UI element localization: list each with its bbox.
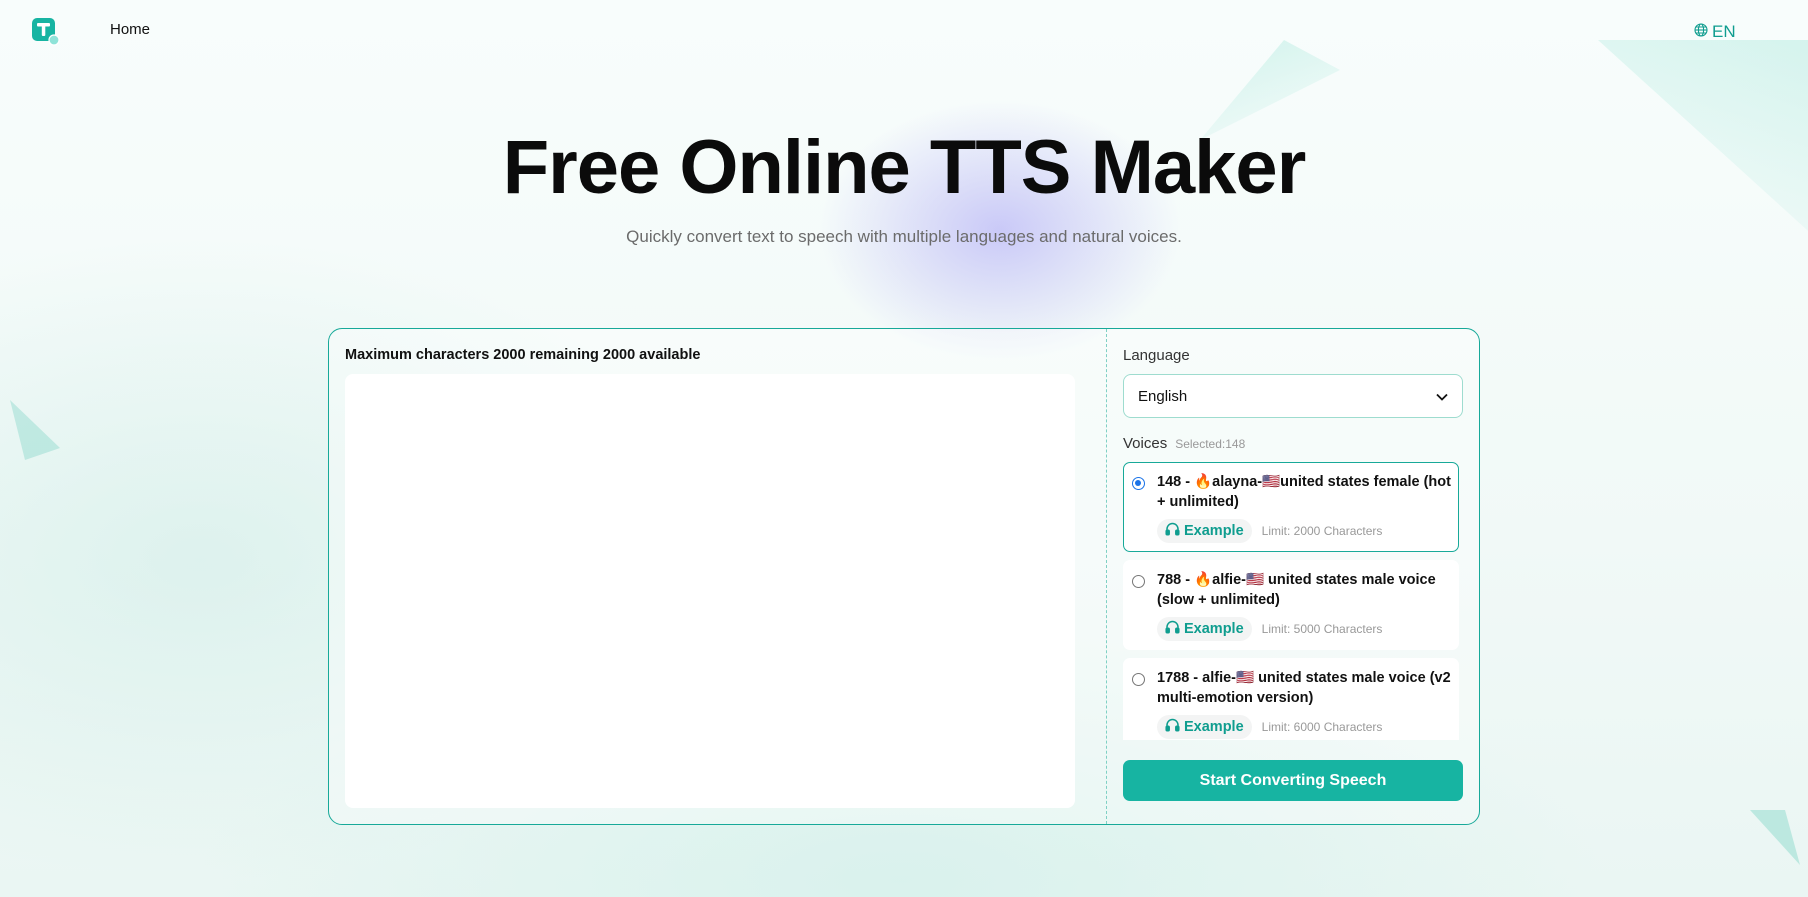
voice-option[interactable]: 1788 - alfie-🇺🇸 united states male voice… (1123, 658, 1459, 740)
globe-icon (1694, 22, 1708, 42)
voice-limit: Limit: 2000 Characters (1261, 524, 1383, 538)
voices-header: Voices Selected:148 (1123, 435, 1245, 452)
voice-radio[interactable] (1132, 575, 1145, 588)
voice-name: 1788 - alfie-🇺🇸 united states male voice… (1157, 670, 1451, 706)
page-title: Free Online TTS Maker (502, 125, 1307, 210)
language-select-value: English (1138, 387, 1188, 405)
voice-meta: Example Limit: 6000 Characters (1157, 715, 1382, 739)
settings-section: Language English Voices Selected:148 148… (1107, 329, 1479, 824)
voice-radio[interactable] (1132, 673, 1145, 686)
nav-home-link[interactable]: Home (110, 21, 150, 38)
character-limit-label: Maximum characters 2000 remaining 2000 a… (345, 347, 701, 363)
start-converting-button[interactable]: Start Converting Speech (1123, 760, 1463, 801)
voice-meta: Example Limit: 5000 Characters (1157, 617, 1382, 641)
voice-radio[interactable] (1132, 477, 1145, 490)
language-code: EN (1712, 22, 1736, 41)
voice-option[interactable]: 148 - 🔥alayna-🇺🇸united states female (ho… (1123, 462, 1459, 552)
top-nav: Home EN (0, 0, 1808, 64)
logo-icon[interactable] (32, 18, 60, 46)
voice-option[interactable]: 788 - 🔥alfie-🇺🇸 united states male voice… (1123, 560, 1459, 650)
headphones-icon (1165, 718, 1180, 736)
voice-limit: Limit: 5000 Characters (1261, 622, 1383, 636)
headphones-icon (1165, 620, 1180, 638)
example-label: Example (1184, 621, 1244, 637)
example-button[interactable]: Example (1157, 617, 1252, 641)
example-button[interactable]: Example (1157, 519, 1252, 543)
chevron-down-icon (1436, 388, 1448, 405)
language-switcher[interactable]: EN (1694, 22, 1736, 42)
page-subtitle: Quickly convert text to speech with mult… (626, 227, 1182, 246)
voice-name: 148 - 🔥alayna-🇺🇸united states female (ho… (1157, 474, 1451, 510)
language-label: Language (1123, 347, 1190, 364)
example-label: Example (1184, 719, 1244, 735)
voices-label: Voices (1123, 435, 1168, 452)
headphones-icon (1165, 522, 1180, 540)
voice-name: 788 - 🔥alfie-🇺🇸 united states male voice… (1157, 572, 1436, 608)
text-input[interactable] (345, 374, 1075, 808)
voice-meta: Example Limit: 2000 Characters (1157, 519, 1382, 543)
text-input-section: Maximum characters 2000 remaining 2000 a… (329, 329, 1107, 824)
voice-list[interactable]: 148 - 🔥alayna-🇺🇸united states female (ho… (1123, 462, 1459, 740)
example-label: Example (1184, 523, 1244, 539)
language-select[interactable]: English (1123, 374, 1463, 418)
tts-panel: Maximum characters 2000 remaining 2000 a… (328, 328, 1480, 825)
voice-limit: Limit: 6000 Characters (1261, 720, 1383, 734)
example-button[interactable]: Example (1157, 715, 1252, 739)
voices-selected-count: Selected:148 (1175, 437, 1246, 451)
